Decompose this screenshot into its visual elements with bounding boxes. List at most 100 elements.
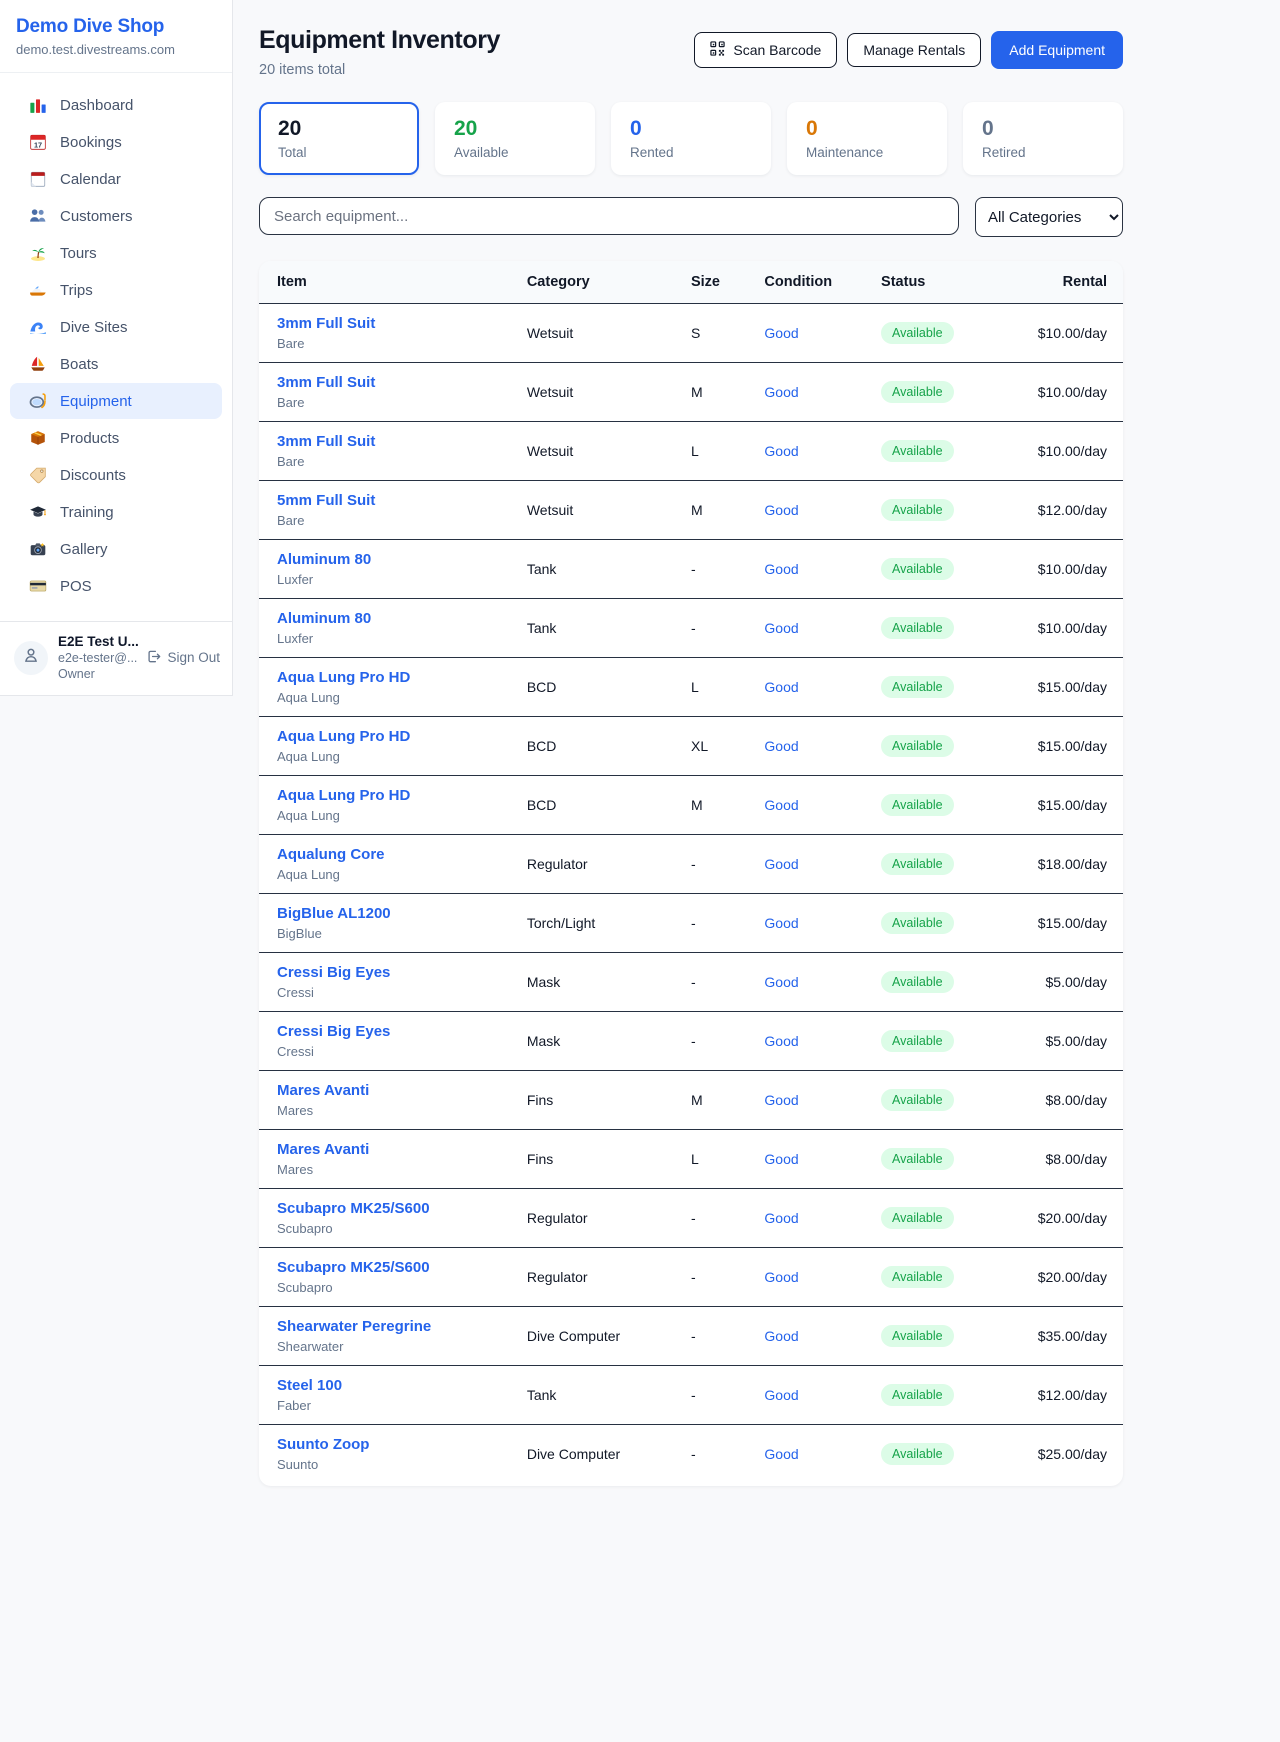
item-condition: Good (764, 620, 798, 636)
table-row[interactable]: Steel 100FaberTank-GoodAvailable$12.00/d… (259, 1366, 1123, 1425)
table-row[interactable]: 5mm Full SuitBareWetsuitMGoodAvailable$1… (259, 481, 1123, 540)
table-row[interactable]: Aqua Lung Pro HDAqua LungBCDLGoodAvailab… (259, 658, 1123, 717)
item-brand: Bare (277, 395, 527, 410)
sidebar-item-trips[interactable]: Trips (10, 272, 222, 308)
sidebar-item-dive-sites[interactable]: Dive Sites (10, 309, 222, 345)
table-row[interactable]: Aqua Lung Pro HDAqua LungBCDXLGoodAvaila… (259, 717, 1123, 776)
filters-row: All Categories (259, 197, 1123, 237)
table-row[interactable]: Aluminum 80LuxferTank-GoodAvailable$10.0… (259, 540, 1123, 599)
table-row[interactable]: 3mm Full SuitBareWetsuitSGoodAvailable$1… (259, 304, 1123, 363)
brand-domain: demo.test.divestreams.com (16, 42, 216, 57)
item-size: L (691, 1151, 699, 1167)
calendar-date-icon: 17 (29, 133, 47, 151)
stat-card-available[interactable]: 20Available (435, 102, 595, 175)
sidebar-item-boats[interactable]: Boats (10, 346, 222, 382)
status-badge: Available (881, 381, 954, 403)
scan-barcode-button[interactable]: Scan Barcode (694, 32, 837, 68)
item-name-link[interactable]: Aluminum 80 (277, 610, 527, 627)
item-name-link[interactable]: 3mm Full Suit (277, 433, 527, 450)
add-equipment-button[interactable]: Add Equipment (991, 31, 1123, 69)
item-rental-price: $12.00/day (1038, 1387, 1107, 1403)
item-condition: Good (764, 1446, 798, 1462)
sidebar-item-tours[interactable]: Tours (10, 235, 222, 271)
item-category: Tank (527, 620, 557, 636)
sidebar-item-dashboard[interactable]: Dashboard (10, 87, 222, 123)
item-name-link[interactable]: Scubapro MK25/S600 (277, 1259, 527, 1276)
table-row[interactable]: Aqua Lung Pro HDAqua LungBCDMGoodAvailab… (259, 776, 1123, 835)
sidebar-item-customers[interactable]: Customers (10, 198, 222, 234)
stat-card-rented[interactable]: 0Rented (611, 102, 771, 175)
sidebar-item-calendar[interactable]: Calendar (10, 161, 222, 197)
item-name-link[interactable]: Cressi Big Eyes (277, 964, 527, 981)
sidebar-item-products[interactable]: Products (10, 420, 222, 456)
item-brand: Bare (277, 336, 527, 351)
item-condition: Good (764, 325, 798, 341)
table-row[interactable]: Cressi Big EyesCressiMask-GoodAvailable$… (259, 953, 1123, 1012)
table-row[interactable]: Aluminum 80LuxferTank-GoodAvailable$10.0… (259, 599, 1123, 658)
item-name-link[interactable]: Aluminum 80 (277, 551, 527, 568)
item-name-link[interactable]: BigBlue AL1200 (277, 905, 527, 922)
sidebar-item-discounts[interactable]: Discounts (10, 457, 222, 493)
item-name-link[interactable]: Aqualung Core (277, 846, 527, 863)
stat-card-retired[interactable]: 0Retired (963, 102, 1123, 175)
item-condition: Good (764, 915, 798, 931)
stat-label: Rented (630, 145, 752, 160)
column-header-condition: Condition (764, 261, 881, 304)
item-size: - (691, 1269, 696, 1285)
item-name-link[interactable]: 3mm Full Suit (277, 315, 527, 332)
item-name-link[interactable]: Steel 100 (277, 1377, 527, 1394)
sidebar-item-gallery[interactable]: Gallery (10, 531, 222, 567)
table-row[interactable]: Shearwater PeregrineShearwaterDive Compu… (259, 1307, 1123, 1366)
item-name-link[interactable]: Cressi Big Eyes (277, 1023, 527, 1040)
item-name-link[interactable]: Scubapro MK25/S600 (277, 1200, 527, 1217)
logout-icon (146, 649, 161, 667)
table-row[interactable]: BigBlue AL1200BigBlueTorch/Light-GoodAva… (259, 894, 1123, 953)
item-name-link[interactable]: Suunto Zoop (277, 1436, 527, 1453)
search-input[interactable] (259, 197, 959, 235)
sidebar-item-training[interactable]: Training (10, 494, 222, 530)
package-icon (29, 429, 47, 447)
brand-name[interactable]: Demo Dive Shop (16, 16, 216, 38)
item-name-link[interactable]: Shearwater Peregrine (277, 1318, 527, 1335)
item-name-link[interactable]: Aqua Lung Pro HD (277, 787, 527, 804)
sign-out-button[interactable]: Sign Out (146, 649, 222, 667)
item-category: Wetsuit (527, 502, 573, 518)
stat-value: 20 (454, 117, 576, 141)
table-row[interactable]: Scubapro MK25/S600ScubaproRegulator-Good… (259, 1189, 1123, 1248)
item-condition: Good (764, 1151, 798, 1167)
item-brand: Luxfer (277, 631, 527, 646)
item-name-link[interactable]: Mares Avanti (277, 1141, 527, 1158)
barcode-icon (710, 41, 725, 59)
table-row[interactable]: Mares AvantiMaresFinsMGoodAvailable$8.00… (259, 1071, 1123, 1130)
sidebar-item-equipment[interactable]: Equipment (10, 383, 222, 419)
item-name-link[interactable]: Aqua Lung Pro HD (277, 728, 527, 745)
status-badge: Available (881, 558, 954, 580)
item-name-link[interactable]: 3mm Full Suit (277, 374, 527, 391)
item-name-link[interactable]: Aqua Lung Pro HD (277, 669, 527, 686)
stat-card-total[interactable]: 20Total (259, 102, 419, 175)
item-name-link[interactable]: Mares Avanti (277, 1082, 527, 1099)
table-body: 3mm Full SuitBareWetsuitSGoodAvailable$1… (259, 304, 1123, 1484)
item-condition: Good (764, 1269, 798, 1285)
item-category: Dive Computer (527, 1328, 620, 1344)
table-row[interactable]: Scubapro MK25/S600ScubaproRegulator-Good… (259, 1248, 1123, 1307)
table-row[interactable]: Suunto ZoopSuuntoDive Computer-GoodAvail… (259, 1425, 1123, 1484)
stat-card-maintenance[interactable]: 0Maintenance (787, 102, 947, 175)
table-row[interactable]: Aqualung CoreAqua LungRegulator-GoodAvai… (259, 835, 1123, 894)
item-size: M (691, 797, 703, 813)
item-brand: Cressi (277, 985, 527, 1000)
category-select[interactable]: All Categories (975, 197, 1123, 237)
item-brand: Scubapro (277, 1221, 527, 1236)
table-row[interactable]: 3mm Full SuitBareWetsuitLGoodAvailable$1… (259, 422, 1123, 481)
manage-rentals-button[interactable]: Manage Rentals (847, 33, 981, 67)
item-category: BCD (527, 679, 557, 695)
table-row[interactable]: Mares AvantiMaresFinsLGoodAvailable$8.00… (259, 1130, 1123, 1189)
item-category: Mask (527, 1033, 560, 1049)
sidebar-item-pos[interactable]: POS (10, 568, 222, 604)
table-row[interactable]: Cressi Big EyesCressiMask-GoodAvailable$… (259, 1012, 1123, 1071)
stat-value: 0 (982, 117, 1104, 141)
item-name-link[interactable]: 5mm Full Suit (277, 492, 527, 509)
item-category: Wetsuit (527, 325, 573, 341)
table-row[interactable]: 3mm Full SuitBareWetsuitMGoodAvailable$1… (259, 363, 1123, 422)
sidebar-item-bookings[interactable]: 17Bookings (10, 124, 222, 160)
